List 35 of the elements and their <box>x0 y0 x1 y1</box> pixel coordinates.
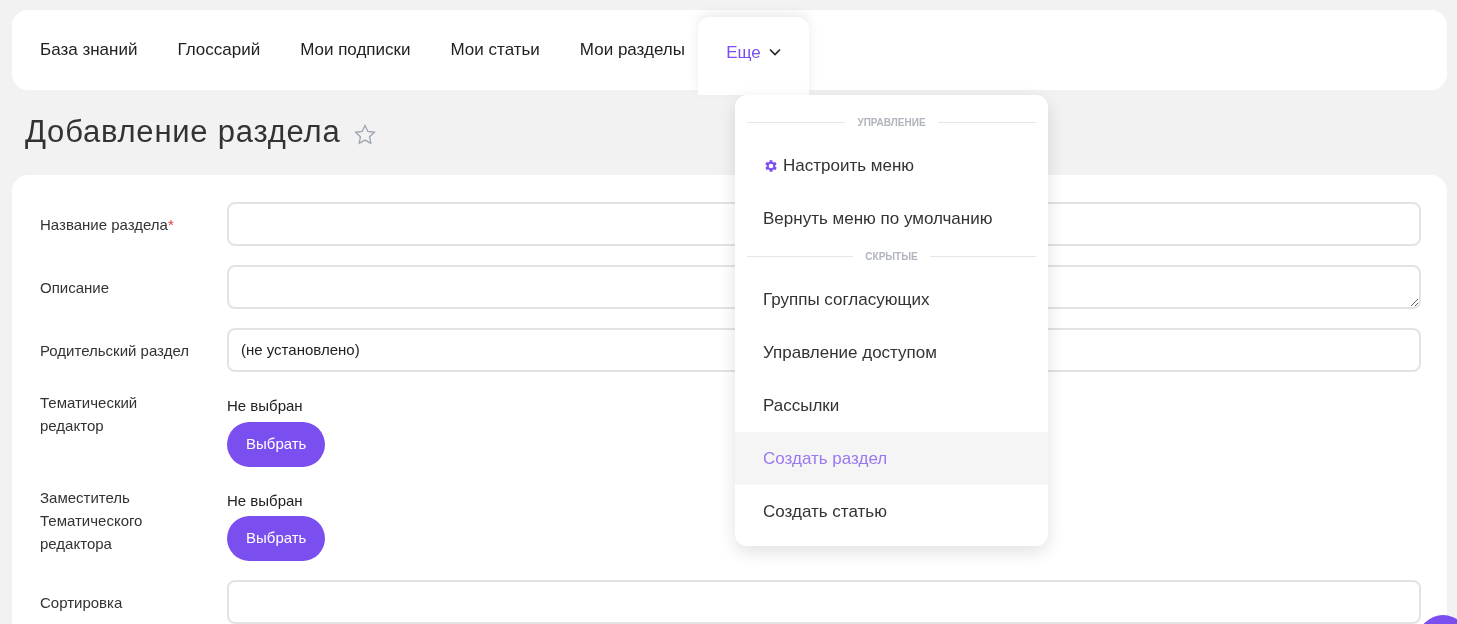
menu-item[interactable]: Настроить меню <box>735 139 1048 192</box>
menu-item[interactable]: Рассылки <box>735 379 1048 432</box>
selection-status: Не выбран <box>227 396 303 416</box>
text-field[interactable] <box>227 580 1421 624</box>
more-tab[interactable]: Еще <box>698 17 809 95</box>
menu-item[interactable]: Вернуть меню по умолчанию <box>735 192 1048 245</box>
field-label: Родительский раздел <box>40 340 190 361</box>
field-label: Заместитель Тематического редактора <box>40 487 144 554</box>
menu-item-label: Вернуть меню по умолчанию <box>763 207 993 230</box>
menu-section-heading: УПРАВЛЕНИЕ <box>857 115 926 130</box>
menu-item-label: Создать статью <box>763 500 887 523</box>
field-label: Название раздела* <box>40 214 175 235</box>
menu-item-label: Управление доступом <box>763 341 937 364</box>
field-label: Описание <box>40 277 111 298</box>
menu-section-heading: СКРЫТЫЕ <box>865 249 918 264</box>
menu-item[interactable]: Создать статью <box>735 485 1048 538</box>
settings-icon <box>763 157 779 174</box>
chevron-down-icon <box>768 48 781 56</box>
field-label: Тематический редактор <box>40 393 139 436</box>
menu-item-label: Настроить меню <box>783 154 915 177</box>
nav-tab[interactable]: Мои разделы <box>579 37 685 63</box>
nav-tab[interactable]: Мои статьи <box>450 37 540 63</box>
choose-button[interactable]: Выбрать <box>227 516 326 561</box>
nav-tab[interactable]: Мои подписки <box>300 37 411 63</box>
field-label: Сортировка <box>40 592 124 613</box>
menu-item-label: Рассылки <box>763 394 840 417</box>
star-icon[interactable] <box>352 122 377 147</box>
menu-item[interactable]: Группы согласующих <box>735 273 1048 326</box>
nav-tab[interactable]: База знаний <box>40 37 138 63</box>
menu-item-label: Создать раздел <box>763 447 888 470</box>
page-title: Добавление раздела <box>25 113 341 152</box>
nav-tab[interactable]: Глоссарий <box>177 37 261 63</box>
menu-item-label: Группы согласующих <box>763 288 930 311</box>
selection-status: Не выбран <box>227 490 303 511</box>
choose-button[interactable]: Выбрать <box>227 421 326 467</box>
